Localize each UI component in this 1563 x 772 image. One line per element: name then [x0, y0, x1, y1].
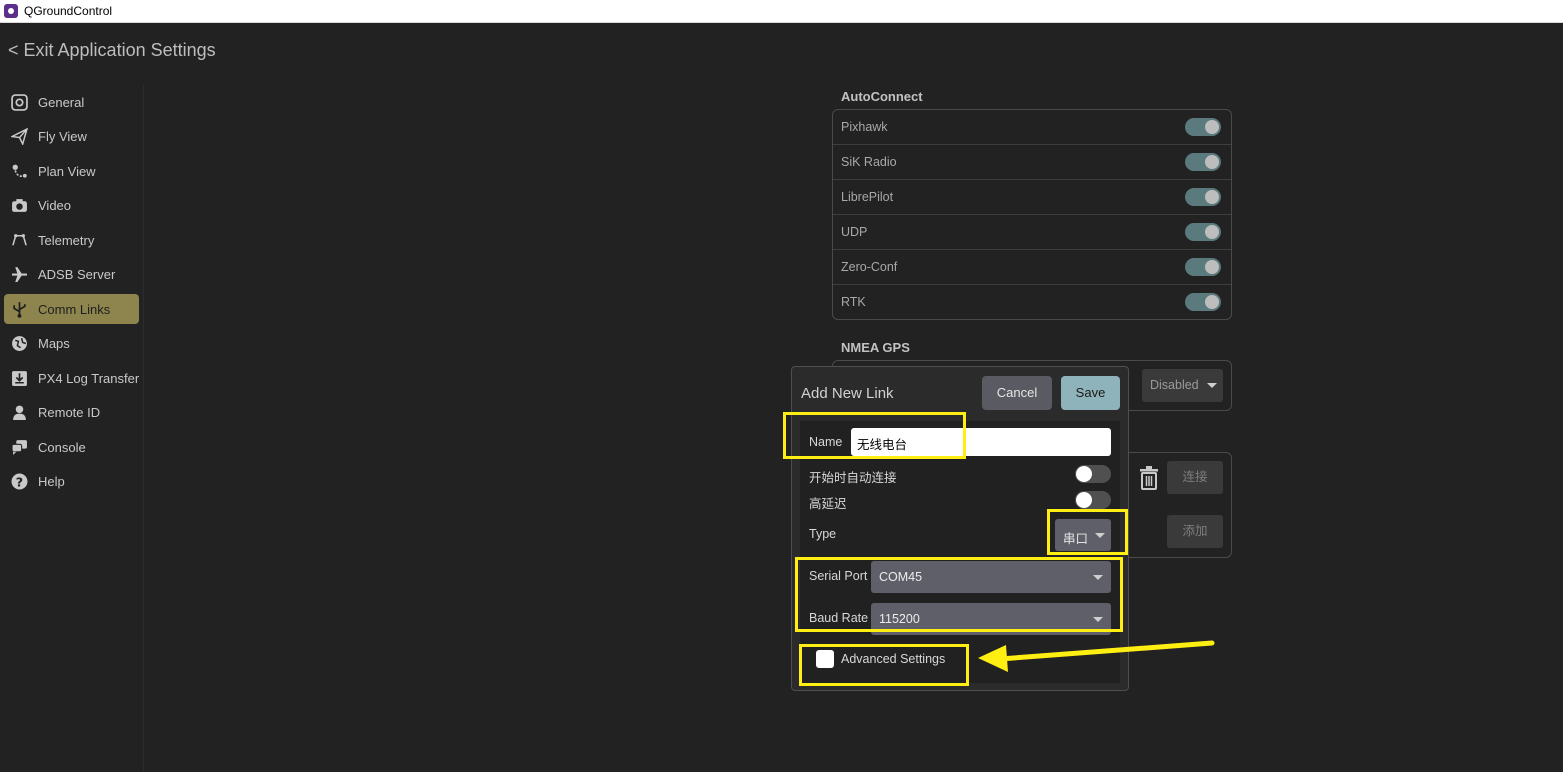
paper-plane-icon — [11, 128, 28, 145]
sidebar-item-label: Maps — [38, 336, 70, 351]
qgc-app-icon — [4, 4, 18, 18]
sidebar-item-label: Help — [38, 474, 65, 489]
autoconnect-on-start-toggle[interactable] — [1075, 465, 1111, 483]
sidebar-item-general[interactable]: General — [4, 87, 139, 117]
sidebar-item-label: Video — [38, 198, 72, 213]
sidebar-item-adsb-server[interactable]: ADSB Server — [4, 259, 139, 289]
antenna-icon — [11, 232, 28, 249]
add-link-button[interactable]: 添加 — [1167, 515, 1223, 548]
sidebar-item-plan-view[interactable]: Plan View — [4, 156, 139, 186]
usb-icon — [11, 301, 28, 318]
sidebar-item-label: PX4 Log Transfer — [38, 371, 140, 386]
highlight-box-type — [1047, 509, 1128, 555]
autoconnect-panel: Pixhawk SiK Radio LibrePilot UDP Zero-Co… — [832, 109, 1232, 320]
svg-text:?: ? — [16, 475, 23, 490]
autoconnect-row-pixhawk: Pixhawk — [833, 110, 1231, 145]
sidebar-item-remote-id[interactable]: Remote ID — [4, 397, 139, 427]
autoconnect-label: SiK Radio — [841, 155, 897, 169]
autoconnect-label: RTK — [841, 295, 866, 309]
highlight-box-serial — [795, 557, 1123, 632]
question-icon: ? — [11, 473, 28, 490]
high-latency-label: 高延迟 — [809, 497, 847, 511]
camera-icon — [11, 197, 28, 214]
gear-icon — [11, 94, 28, 111]
trash-icon[interactable] — [1139, 466, 1159, 490]
autoconnect-on-start-label: 开始时自动连接 — [809, 471, 897, 485]
sidebar-item-help[interactable]: ? Help — [4, 466, 139, 496]
person-icon — [11, 404, 28, 421]
chevron-down-icon — [1207, 383, 1217, 388]
sidebar-item-px4-log-transfer[interactable]: PX4 Log Transfer — [4, 363, 139, 393]
autoconnect-label: Pixhawk — [841, 120, 888, 134]
dialog-title: Add New Link — [801, 385, 894, 402]
connect-button[interactable]: 连接 — [1167, 461, 1223, 494]
save-button[interactable]: Save — [1061, 376, 1120, 410]
airplane-icon — [11, 266, 28, 283]
autoconnect-toggle[interactable] — [1185, 188, 1221, 206]
nmea-device-value: Disabled — [1150, 378, 1199, 392]
annotation-arrow-icon — [978, 640, 1215, 672]
sidebar-item-label: Fly View — [38, 129, 87, 144]
autoconnect-toggle[interactable] — [1185, 293, 1221, 311]
sidebar-item-telemetry[interactable]: Telemetry — [4, 225, 139, 255]
sidebar-item-label: Comm Links — [38, 302, 111, 317]
nmea-device-select[interactable]: Disabled — [1142, 369, 1223, 402]
highlight-box-name — [783, 412, 966, 459]
autoconnect-row-sik-radio: SiK Radio — [833, 145, 1231, 180]
download-icon — [11, 370, 28, 387]
chat-icon — [11, 439, 28, 456]
window-titlebar: QGroundControl — [0, 0, 1563, 23]
sidebar-item-label: Telemetry — [38, 233, 95, 248]
sidebar-item-label: Console — [38, 440, 86, 455]
autoconnect-row-udp: UDP — [833, 215, 1231, 250]
autoconnect-title: AutoConnect — [841, 89, 923, 104]
settings-sidebar: General Fly View Plan View Video Telemet… — [0, 85, 144, 772]
sidebar-item-comm-links[interactable]: Comm Links — [4, 294, 139, 324]
sidebar-item-fly-view[interactable]: Fly View — [4, 121, 139, 151]
sidebar-item-video[interactable]: Video — [4, 190, 139, 220]
autoconnect-row-rtk: RTK — [833, 285, 1231, 320]
autoconnect-row-zero-conf: Zero-Conf — [833, 250, 1231, 285]
autoconnect-label: UDP — [841, 225, 868, 239]
exit-settings-button[interactable]: < Exit Application Settings — [8, 40, 216, 61]
cancel-button[interactable]: Cancel — [982, 376, 1052, 410]
autoconnect-toggle[interactable] — [1185, 223, 1221, 241]
sidebar-item-label: Remote ID — [38, 405, 101, 420]
autoconnect-toggle[interactable] — [1185, 153, 1221, 171]
nmea-title: NMEA GPS — [841, 340, 910, 355]
route-icon — [11, 163, 28, 180]
autoconnect-toggle[interactable] — [1185, 258, 1221, 276]
autoconnect-label: Zero-Conf — [841, 260, 898, 274]
window-title: QGroundControl — [24, 4, 113, 18]
sidebar-item-console[interactable]: Console — [4, 432, 139, 462]
globe-icon — [11, 335, 28, 352]
autoconnect-label: LibrePilot — [841, 190, 894, 204]
autoconnect-toggle[interactable] — [1185, 118, 1221, 136]
highlight-box-advanced — [799, 644, 969, 686]
sidebar-item-maps[interactable]: Maps — [4, 328, 139, 358]
sidebar-item-label: General — [38, 95, 85, 110]
sidebar-item-label: ADSB Server — [38, 267, 116, 282]
sidebar-item-label: Plan View — [38, 164, 96, 179]
autoconnect-row-librepilot: LibrePilot — [833, 180, 1231, 215]
type-label: Type — [809, 527, 837, 541]
high-latency-toggle[interactable] — [1075, 491, 1111, 509]
